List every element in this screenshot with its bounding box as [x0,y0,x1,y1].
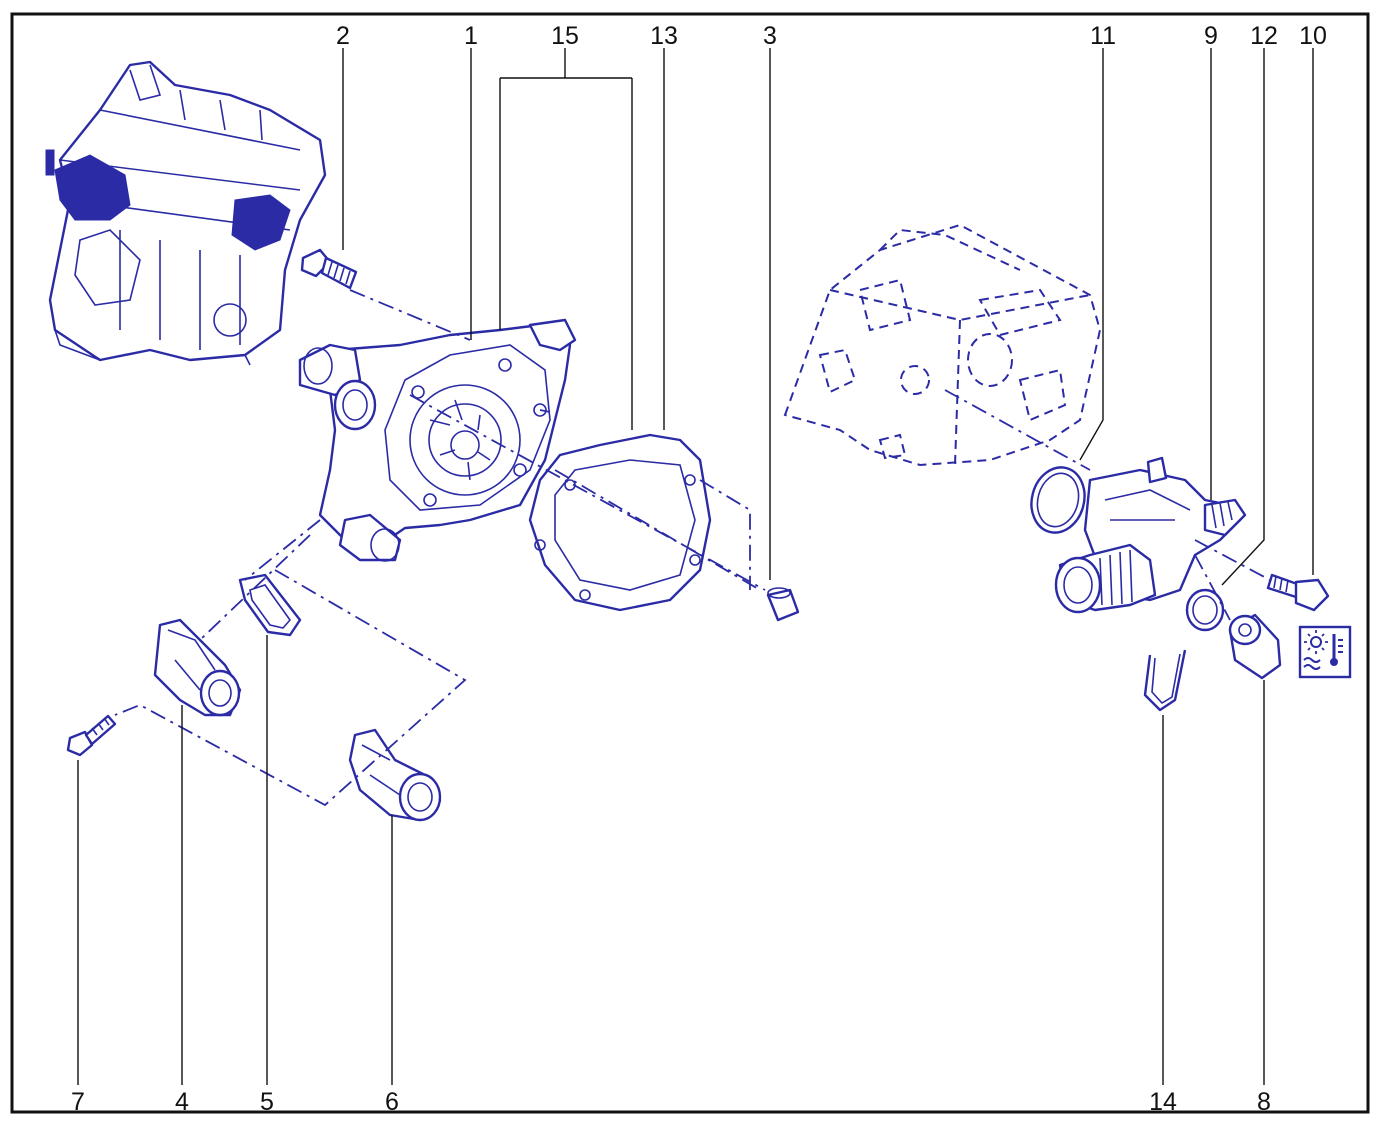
callout-9: 9 [1204,22,1218,50]
callout-3: 3 [763,22,777,50]
outlet-seal [238,573,302,637]
cylinder-head-phantom [783,223,1102,467]
dowel-sleeve [766,587,800,622]
thermostat-housing [1054,456,1247,614]
callout-14: 14 [1149,1088,1177,1116]
callout-7: 7 [71,1088,85,1116]
callout-2: 2 [336,22,350,50]
callout-15: 15 [551,22,579,50]
callout-4: 4 [175,1088,189,1116]
retaining-clip [1143,649,1187,712]
temperature-sensor [1228,613,1282,680]
coolant-temperature-icon [1298,625,1352,679]
pump-bolt [300,248,358,290]
water-pump-gasket [528,433,712,612]
engine-overview-illustration [45,60,327,366]
callout-1: 1 [464,22,478,50]
callout-12: 12 [1250,22,1278,50]
callout-8: 8 [1257,1088,1271,1116]
callout-5: 5 [260,1088,274,1116]
callout-10: 10 [1299,22,1327,50]
inlet-elbow [153,618,242,717]
thermostat-o-ring [1030,466,1086,534]
elbow-screw [66,714,117,757]
housing-bolt [1266,573,1330,612]
diagram-canvas: 2 1 15 13 3 11 9 12 10 7 4 5 6 14 8 [10,12,1370,1116]
exploded-parts-diagram: 2 1 15 13 3 11 9 12 10 7 4 5 6 14 8 [0,0,1392,1124]
callout-13: 13 [650,22,678,50]
callout-11: 11 [1090,22,1116,50]
callout-6: 6 [385,1088,399,1116]
